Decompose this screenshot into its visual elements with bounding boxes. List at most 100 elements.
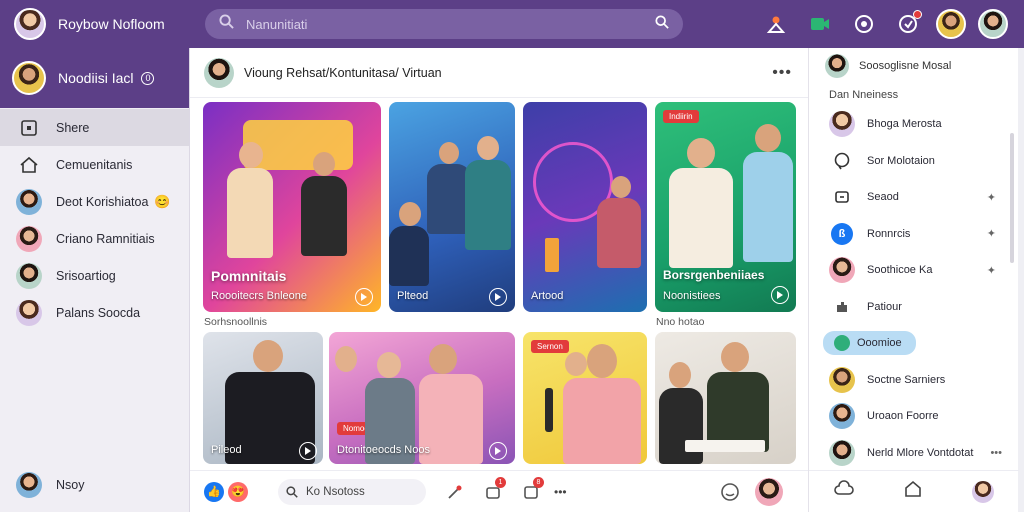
contact-label: Bhoga Merosta bbox=[867, 118, 942, 131]
pin-icon[interactable] bbox=[442, 479, 468, 505]
more-options-icon[interactable]: ••• bbox=[772, 64, 792, 82]
card-subtitle: Pileod bbox=[211, 444, 242, 456]
sparkle-icon: ✦ bbox=[986, 191, 996, 204]
more-options-icon[interactable]: ••• bbox=[554, 485, 567, 499]
person-graphic bbox=[669, 168, 733, 268]
person-graphic bbox=[743, 152, 793, 262]
card-subtitle: Noonistiees bbox=[663, 290, 721, 302]
contact-item[interactable]: Uroaon Foorre bbox=[809, 398, 1018, 435]
more-options-icon[interactable]: ••• bbox=[990, 447, 1002, 459]
card-title: Pomnnitais bbox=[211, 268, 287, 284]
avatar bbox=[16, 188, 42, 215]
messenger-icon[interactable] bbox=[848, 8, 880, 40]
video-card[interactable]: Pomnnitais Roooitecrs Bnleone bbox=[203, 102, 381, 312]
person-graphic bbox=[465, 160, 511, 250]
right-panel-footer bbox=[809, 470, 1019, 512]
home-icon[interactable] bbox=[904, 480, 922, 503]
video-card[interactable]: Indiirin Borsrgenbeniiaes Noonistiees bbox=[655, 102, 796, 312]
chat-icon bbox=[829, 148, 855, 174]
sidebar-item-home[interactable]: Shere bbox=[0, 109, 189, 146]
avatar bbox=[16, 299, 42, 326]
contact-item[interactable]: Soothicoe Ka ✦ bbox=[809, 252, 1018, 289]
play-icon[interactable] bbox=[489, 442, 507, 460]
contact-item[interactable]: Bhoga Merosta bbox=[809, 106, 1018, 143]
contact-label: Ooomioe bbox=[857, 337, 902, 350]
notifications-icon[interactable] bbox=[892, 8, 924, 40]
feed-search[interactable]: Ko Nsotoss bbox=[278, 478, 426, 505]
contact-item[interactable]: Soctne Sarniers bbox=[809, 362, 1018, 399]
contact-label: Sor Molotaion bbox=[867, 154, 935, 167]
right-panel-title: Soosoglisne Mosal bbox=[859, 60, 952, 72]
avatar bbox=[825, 54, 849, 78]
person-graphic bbox=[399, 202, 421, 226]
avatar[interactable] bbox=[972, 480, 994, 503]
play-icon[interactable] bbox=[299, 442, 317, 460]
profile-name: Noodiisi Iacl bbox=[58, 70, 134, 86]
play-icon[interactable] bbox=[489, 288, 507, 306]
avatar[interactable] bbox=[754, 477, 783, 506]
sidebar-item-friend-4[interactable]: Palans Soocda bbox=[0, 294, 189, 331]
box-icon bbox=[829, 184, 855, 210]
profile-header[interactable]: Noodiisi Iacl 0 bbox=[0, 48, 189, 108]
sidebar-bottom-user[interactable]: Nsoy bbox=[16, 472, 84, 498]
play-icon[interactable] bbox=[355, 288, 373, 306]
video-card[interactable]: Nomoeo Dtonitoeocds Noos bbox=[329, 332, 515, 464]
contact-item-active[interactable]: Ooomioe bbox=[809, 325, 1018, 362]
left-sidebar: Noodiisi Iacl 0 Shere Cemuenitanis Deot … bbox=[0, 48, 190, 512]
video-card[interactable] bbox=[655, 332, 796, 464]
page-title: Vioung Rehsat/Kontunitasa/ Virtuan bbox=[244, 65, 442, 80]
cloud-icon[interactable] bbox=[834, 480, 854, 503]
play-icon[interactable] bbox=[771, 286, 789, 304]
app-name: Roybow Nofloom bbox=[58, 16, 165, 32]
table-graphic bbox=[685, 440, 765, 452]
search-submit-icon[interactable] bbox=[655, 14, 669, 34]
video-card[interactable]: Pileod bbox=[203, 332, 323, 464]
brand[interactable]: Roybow Nofloom bbox=[0, 8, 195, 40]
avatar bbox=[829, 257, 855, 284]
right-panel-header[interactable]: Soosoglisne Mosal bbox=[809, 48, 1018, 84]
contact-item[interactable]: Sor Molotaion bbox=[809, 143, 1018, 180]
right-panel-subtitle: Dan Nneiness bbox=[829, 89, 899, 101]
contact-item[interactable]: Nerld Mlore Vontdotat ••• bbox=[809, 435, 1018, 472]
video-card[interactable]: Artood bbox=[523, 102, 647, 312]
video-card[interactable]: Plteod bbox=[389, 102, 515, 312]
people-icon[interactable] bbox=[760, 8, 792, 40]
header-avatar[interactable] bbox=[204, 57, 234, 88]
sidebar-bottom-label: Nsoy bbox=[56, 478, 85, 492]
contact-label: Ronnrcis bbox=[867, 227, 911, 240]
emoji-icon[interactable] bbox=[717, 479, 743, 505]
contact-label: Soctne Sarniers bbox=[867, 373, 946, 386]
live-tag: Sernon bbox=[531, 340, 569, 353]
feed-search-label: Ko Nsotoss bbox=[306, 485, 365, 498]
like-icon[interactable]: 👍 bbox=[204, 481, 224, 502]
sidebar-item-communities[interactable]: Cemuenitanis bbox=[0, 146, 189, 183]
notification-badge bbox=[913, 10, 922, 19]
search-input[interactable]: Nanunitiati bbox=[246, 17, 655, 32]
sidebar-item-friend-2[interactable]: Criano Ramnitiais bbox=[0, 220, 189, 257]
heart-icon[interactable]: 😍 bbox=[228, 481, 248, 502]
contact-item[interactable]: Patiour bbox=[809, 289, 1018, 326]
friend-avatar[interactable] bbox=[936, 9, 966, 39]
person-graphic bbox=[669, 362, 691, 388]
video-icon[interactable] bbox=[804, 8, 836, 40]
person-graphic bbox=[659, 388, 703, 464]
video-card[interactable]: Sernon bbox=[523, 332, 647, 464]
avatar bbox=[829, 403, 855, 430]
calendar-icon[interactable]: 8 bbox=[518, 476, 544, 505]
gift-icon[interactable]: 1 bbox=[480, 476, 506, 505]
sparkle-icon: ✦ bbox=[986, 228, 996, 241]
search-bar[interactable]: Nanunitiati bbox=[205, 9, 683, 39]
sidebar-item-friend-1[interactable]: Deot Korishiatoa 😊 bbox=[0, 183, 189, 220]
home-outline-icon bbox=[16, 152, 42, 178]
live-tag: Indiirin bbox=[663, 110, 699, 123]
scrollbar[interactable] bbox=[1010, 133, 1014, 263]
sidebar-item-friend-3[interactable]: Srisoartiog bbox=[0, 257, 189, 294]
user-avatar[interactable] bbox=[978, 9, 1008, 39]
contact-item[interactable]: ß Ronnrcis ✦ bbox=[809, 216, 1018, 253]
person-graphic bbox=[563, 378, 641, 464]
card-subtitle: Plteod bbox=[397, 290, 429, 302]
card-subtitle: Roooitecrs Bnleone bbox=[211, 290, 308, 302]
contact-item[interactable]: Seaod ✦ bbox=[809, 179, 1018, 216]
sidebar-item-label: Cemuenitanis bbox=[56, 157, 133, 172]
person-graphic bbox=[377, 352, 401, 378]
